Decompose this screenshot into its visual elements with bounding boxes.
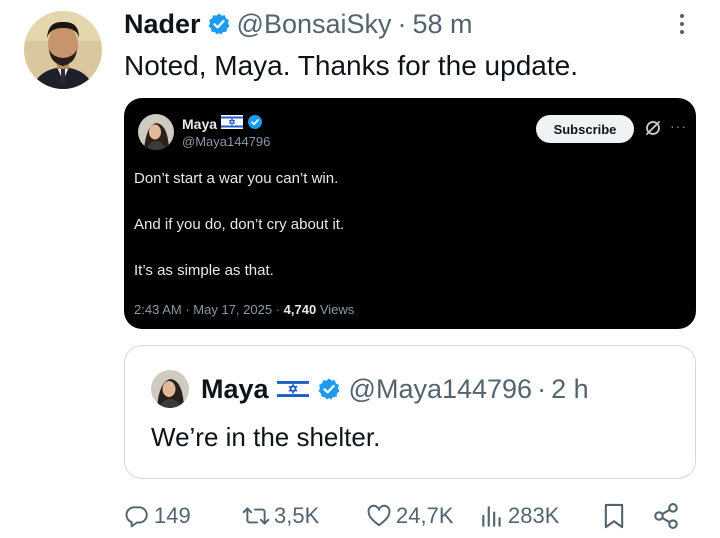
repost-icon [242,507,270,525]
screenshot-author-row: Maya [182,114,263,133]
like-button[interactable]: 24,7K [366,499,454,533]
views-button[interactable]: 283K [480,499,559,533]
quoted-author-avatar [151,370,189,408]
screenshot-meta: 2:43 AM · May 17, 2025 · 4,740 Views [134,302,354,317]
author-avatar[interactable] [24,11,102,89]
bookmark-button[interactable] [602,499,626,533]
reply-count: 149 [154,503,191,528]
separator-dot: · [537,373,547,404]
screenshot-avatar [138,114,174,150]
quoted-tweet-time: 2 h [551,373,589,404]
share-icon [654,503,678,529]
tweet-actions-bar: 149 3,5K 24,7K 283K [124,499,684,533]
israel-flag-icon [221,115,244,132]
like-icon [367,504,391,527]
screenshot-author-handle: @Maya144796 [182,134,271,149]
screenshot-line-2: And if you do, don’t cry about it. [134,216,345,233]
tweet-text: Noted, Maya. Thanks for the update. [124,50,578,81]
screenshot-sep-2: · [275,302,281,317]
subscribe-button: Subscribe [536,115,634,143]
quoted-tweet-header: Maya @Maya144796 · 2 h [201,370,589,408]
grok-icon [644,119,662,142]
screenshot-line-3: It’s as simple as that. [134,262,274,279]
tweet-header: Nader @BonsaiSky · 58 m [124,4,473,44]
screenshot-views-count: 4,740 [283,302,317,317]
repost-button[interactable]: 3,5K [242,499,319,533]
views-icon [482,506,501,527]
verified-badge-icon [247,114,263,133]
reply-button[interactable]: 149 [124,499,191,533]
screenshot-line-1: Don’t start a war you can’t win. [134,170,339,187]
bookmark-icon [604,503,624,529]
quoted-author-handle: @Maya144796 [348,373,533,404]
verified-badge-icon [317,377,341,401]
repost-count: 3,5K [274,503,320,528]
quoted-tweet-text: We’re in the shelter. [151,422,381,452]
author-name[interactable]: Nader [124,9,201,40]
screenshot-sep: · [185,302,190,317]
verified-badge-icon [207,12,231,36]
screenshot-author-name: Maya [182,115,218,132]
israel-flag-icon [276,378,309,400]
quoted-author-name: Maya [201,373,269,404]
screenshot-more-icon: ··· [670,118,687,134]
share-button[interactable] [652,499,680,533]
views-count: 283K [508,503,560,528]
like-count: 24,7K [396,503,454,528]
more-options-icon[interactable] [680,14,684,34]
reply-icon [125,506,148,528]
attached-screenshot-image[interactable]: Maya @Maya144796 Subscribe ··· Don’t sta… [124,98,696,329]
quoted-tweet-card[interactable]: Maya @Maya144796 · 2 h We’re in the shel… [124,345,696,479]
screenshot-views-label: Views [319,302,355,317]
tweet-time[interactable]: 58 m [413,9,473,40]
screenshot-date: May 17, 2025 [193,302,273,317]
separator-dot: · [397,8,407,39]
author-handle[interactable]: @BonsaiSky [237,9,392,40]
screenshot-time: 2:43 AM [134,302,182,317]
